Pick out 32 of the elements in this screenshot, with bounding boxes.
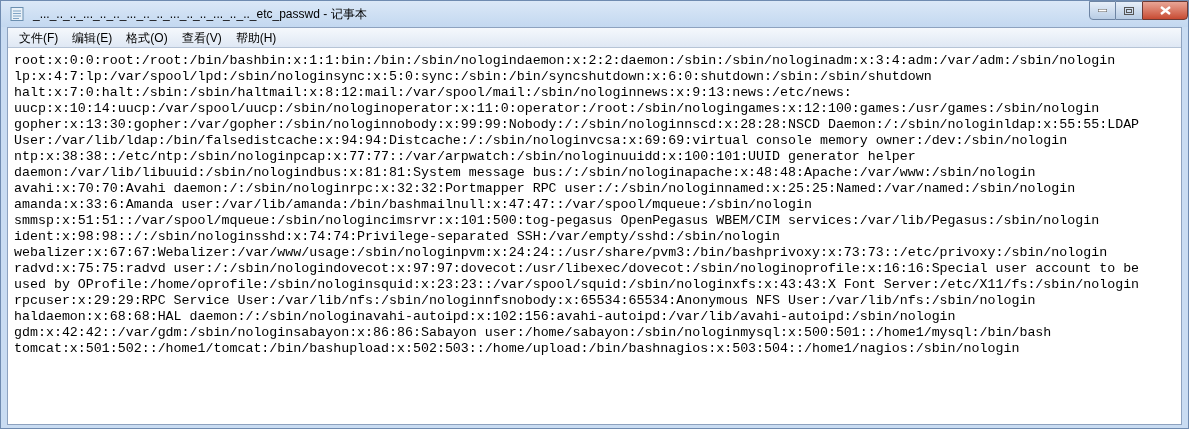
close-button[interactable]: [1142, 1, 1188, 20]
text-line: smmsp:x:51:51::/var/spool/mqueue:/sbin/nologincimsrvr:x:101:500:tog-pegasus OpenPegasus WBEM/CIM services:/var/lib/Pegasus:/sbin/nologin: [14, 213, 1100, 229]
maximize-button[interactable]: [1116, 1, 1142, 20]
menu-item[interactable]: 格式(O): [119, 28, 175, 47]
window-title: _..._.._.._..._.._.._..._.._.._..._.._.._..._.._.._etc_passwd - 记事本: [33, 6, 367, 23]
text-line: avahi:x:70:70:Avahi daemon:/:/sbin/nologinrpc:x:32:32:Portmapper RPC user:/:/sbin/nologinnamed:x:25:25:Named:/var/named:/sbin/nologin: [14, 181, 1076, 197]
text-line: User:/var/lib/ldap:/bin/falsedistcache:x:94:94:Distcache:/:/sbin/nologinvcsa:x:69:69:virtual console memory owner:/dev:/sbin/nologin: [14, 133, 1068, 149]
menu-item[interactable]: 文件(F): [12, 28, 66, 47]
text-line: webalizer:x:67:67:Webalizer:/var/www/usage:/sbin/nologinpvm:x:24:24::/usr/share/pvm3:/bin/bashprivoxy:x:73:73::/etc/privoxy:/sbin/nologin: [14, 245, 1108, 261]
menu-item[interactable]: 帮助(H): [228, 28, 284, 47]
text-line: tomcat:x:501:502::/home1/tomcat:/bin/bashupload:x:502:503::/home/upload:/bin/bashnagios:x:503:504::/home1/nagios:/sbin/nologin: [14, 341, 1020, 357]
text-line: ident:x:98:98::/:/sbin/nologinsshd:x:74:74:Privilege-separated SSH:/var/empty/sshd:/sbin/nologin: [14, 229, 781, 245]
text-line: haldaemon:x:68:68:HAL daemon:/:/sbin/nologinavahi-autoipd:x:102:156:avahi-autoipd:/var/lib/avahi-autoipd:/sbin/nologin: [14, 309, 956, 325]
text-line: amanda:x:33:6:Amanda user:/var/lib/amanda:/bin/bashmailnull:x:47:47::/var/spool/mqueue:/sbin/nologin: [14, 197, 812, 213]
menu-item[interactable]: 查看(V): [174, 28, 229, 47]
text-line: rpcuser:x:29:29:RPC Service User:/var/lib/nfs:/sbin/nologinnfsnobody:x:65534:65534:Anonymous NFS User:/var/lib/nfs:/sbin/nologin: [14, 293, 1036, 309]
text-line: root:x:0:0:root:/root:/bin/bashbin:x:1:1:bin:/bin:/sbin/nologindaemon:x:2:2:daemon:/sbin:/sbin/nologinadm:x:3:4:adm:/var/adm:/sbin/nologin: [14, 53, 1116, 69]
maximize-icon: [1124, 6, 1134, 15]
minimize-icon: [1098, 9, 1107, 12]
text-line: daemon:/var/lib/libuuid:/sbin/nologindbus:x:81:81:System message bus:/:/sbin/nologinapache:x:48:48:Apache:/var/www:/sbin/nologin: [14, 165, 1036, 181]
text-line: lp:x:4:7:lp:/var/spool/lpd:/sbin/nologinsync:x:5:0:sync:/sbin:/bin/syncshutdown:x:6:0:shutdown:/sbin:/sbin/shutdown: [14, 69, 932, 85]
close-icon: [1159, 6, 1171, 15]
text-line: uucp:x:10:14:uucp:/var/spool/uucp:/sbin/nologinoperator:x:11:0:operator:/root:/sbin/nologingames:x:12:100:games:/usr/games:/sbin/nologin: [14, 101, 1100, 117]
minimize-button[interactable]: [1089, 1, 1116, 20]
text-line: halt:x:7:0:halt:/sbin:/sbin/haltmail:x:8:12:mail:/var/spool/mail:/sbin/nologinnews:x:9:13:news:/etc/news:: [14, 85, 852, 101]
menu-item[interactable]: 编辑(E): [65, 28, 120, 47]
text-line: radvd:x:75:75:radvd user:/:/sbin/nologindovecot:x:97:97:dovecot:/usr/libexec/dovecot:/sbin/nologinoprofile:x:16:16:Special user account to be: [14, 261, 1140, 277]
text-line: gdm:x:42:42::/var/gdm:/sbin/nologinsabayon:x:86:86:Sabayon user:/home/sabayon:/sbin/nologinmysql:x:500:501::/home1/mysql:/bin/bash: [14, 325, 1052, 341]
text-line: used by OProfile:/home/oprofile:/sbin/nologinsquid:x:23:23::/var/spool/squid:/sbin/nologinxfs:x:43:43:X Font Server:/etc/X11/fs:/sbin/nologin: [14, 277, 1140, 293]
text-line: gopher:x:13:30:gopher:/var/gopher:/sbin/nologinnobody:x:99:99:Nobody:/:/sbin/nologinnscd:x:28:28:NSCD Daemon:/:/sbin/nologinldap:x:55:55:LDAP: [14, 117, 1140, 133]
notepad-icon: [9, 6, 25, 22]
text-line: ntp:x:38:38::/etc/ntp:/sbin/nologinpcap:x:77:77::/var/arpwatch:/sbin/nologinuuidd:x:100:101:UUID generator helper: [14, 149, 916, 165]
